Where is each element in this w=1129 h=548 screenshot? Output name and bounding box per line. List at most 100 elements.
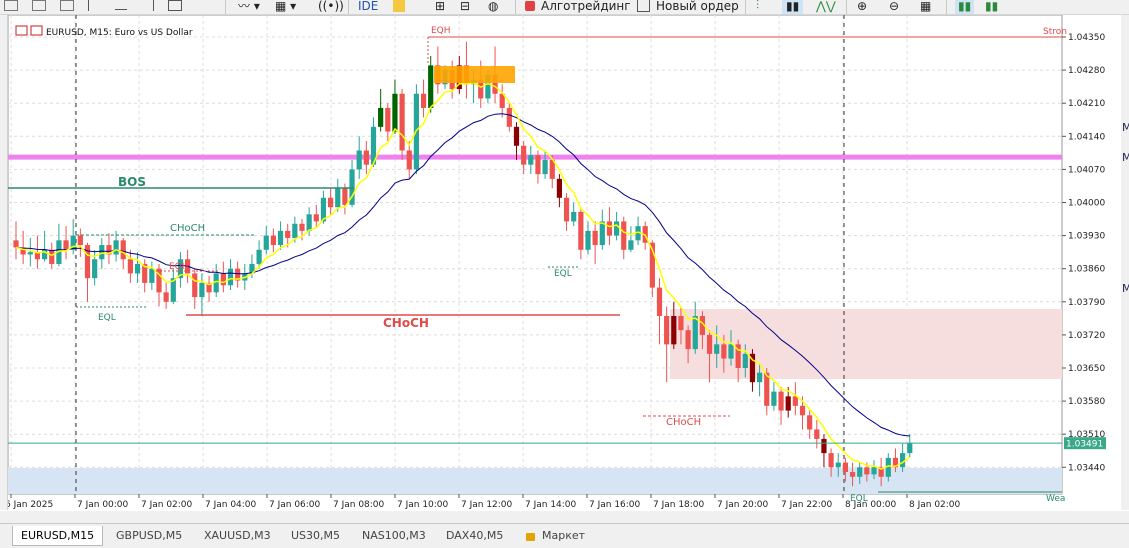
price-tick-label: 1.03440 [1068,463,1105,473]
time-tick-label: 7 Jan 08:00 [333,500,385,510]
candle-body [406,150,412,170]
candle-body [63,240,69,250]
signal-icon[interactable]: ((•)) [318,0,344,14]
tab-gbpusd-m5[interactable]: GBPUSD,M5 [108,526,190,545]
right-edge-panel: M M M [1121,15,1129,510]
candle-body [342,188,348,205]
time-tick-label: 7 Jan 20:00 [717,500,769,510]
candle-body [706,334,713,354]
tile-windows-icon[interactable]: ▦ [920,0,931,14]
candle-body [27,252,33,255]
candle-body [599,221,605,246]
candle-body [120,240,126,260]
notes-icon[interactable] [393,0,405,14]
candle-body [814,429,820,439]
new-order-icon [637,0,650,12]
candle-body [542,159,548,175]
profiles-icon[interactable] [32,0,46,11]
market-icon[interactable]: ⊞ [435,0,445,14]
period-icon[interactable]: ▦ ▾ [275,0,296,14]
price-tick-label: 1.04070 [1068,165,1105,175]
side-letter-1: M [1122,121,1129,134]
price-tick-label: 1.03930 [1068,232,1105,242]
chart-window[interactable]: BOS CHoCH CHoCH CHoCH Stron EQH EQH EQL EQL EQL We… [8,15,1120,510]
candle-body [821,438,827,454]
candle-body [99,245,105,260]
candle-body [149,268,155,283]
candle-body [678,315,684,331]
candle-body [728,344,734,359]
new-chart-icon[interactable] [4,0,18,11]
time-tick-label: 7 Jan 06:00 [269,500,321,510]
crosshair-icon[interactable] [88,0,101,11]
candle-body [385,107,391,132]
line-chart-icon[interactable]: ⋀⋁ [816,0,836,14]
candle-body [585,230,591,250]
candle-body [692,315,698,350]
plot-area [8,15,1063,495]
tab-market[interactable]: Маркет [518,526,593,545]
price-tick-label: 1.04280 [1068,66,1105,76]
candle-body [656,287,663,316]
candle-body [578,211,584,250]
candle-body [192,273,198,298]
vps-icon[interactable]: ⊟ [460,0,470,14]
price-tick-label: 1.04000 [1068,199,1105,209]
horizontal-scroll-area[interactable] [0,511,1129,523]
globe-icon[interactable]: ◍ [488,0,498,14]
tab-us30-m5[interactable]: US30,M5 [283,526,348,545]
price-tick-label: 1.03720 [1068,331,1105,341]
weak-low-label: Wea [1046,494,1065,504]
candle-body [113,240,119,255]
candle-body [49,249,55,264]
time-tick-label: 7 Jan 14:00 [525,500,577,510]
candle-body [614,221,620,236]
trendline-icon[interactable] [141,0,154,11]
candle-body [285,230,291,238]
line-tool-icon[interactable] [115,1,127,10]
candle-body [92,259,98,279]
chart-shift-icon[interactable]: ▮▮ [985,0,998,14]
time-tick-label: 8 Jan 00:00 [845,500,897,510]
bar-chart-icon[interactable]: ⫶ [756,0,759,14]
market-watch-icon[interactable] [60,0,74,11]
algo-trading-button[interactable]: Алготрейдинг [525,0,631,14]
tab-dax40-m5[interactable]: DAX40,M5 [438,526,511,545]
candles-icon[interactable]: ▮▮ [782,0,804,14]
new-order-button[interactable]: Новый ордер [637,0,739,14]
tab-xauusd-m3[interactable]: XAUUSD,M3 [196,526,279,545]
candle-body [277,230,284,246]
candle-body [13,240,19,248]
candle-body [378,107,384,127]
left-edge-panel [0,15,8,510]
current-price-label: 1.03491 [1066,440,1103,450]
bos-label: BOS [118,175,146,189]
time-tick-label: 7 Jan 04:00 [205,500,257,510]
shapes-icon[interactable] [168,0,182,11]
autoscroll-icon[interactable]: ▮▮ [955,0,975,14]
time-tick-label: 7 Jan 00:00 [77,500,129,510]
candle-body [356,150,362,170]
candle-body [792,396,798,406]
tab-eurusd-m15[interactable]: EURUSD,M15 [12,526,104,546]
candle-body [521,145,527,165]
chart-type-icon[interactable]: 〰 ▾ [238,0,260,14]
price-tick-label: 1.04140 [1068,132,1105,142]
ide-button[interactable]: IDE [358,0,378,14]
time-tick-label: 7 Jan 12:00 [461,500,513,510]
candle-body [864,467,870,475]
choch-green-label: CHoCH [170,223,205,234]
zoom-in-icon[interactable]: ⊕ [857,0,867,14]
eqh-top-label: EQH [431,26,451,36]
time-tick-label: 7 Jan 10:00 [397,500,449,510]
time-tick-label: 7 Jan 02:00 [141,500,193,510]
tab-nas100-m3[interactable]: NAS100,M3 [354,526,434,545]
price-chart[interactable]: BOSCHoCHCHoCHCHoCHStronEQHEQHEQLEQLEQL We… [8,15,1120,510]
candle-body [828,453,834,468]
candle-body [256,249,262,264]
zoom-out-icon[interactable]: ⊖ [889,0,899,14]
toolbar-group-left[interactable] [4,0,196,14]
time-tick-label: 7 Jan 22:00 [781,500,833,510]
eql-mid-label: EQL [554,269,572,279]
candle-body [592,230,598,246]
